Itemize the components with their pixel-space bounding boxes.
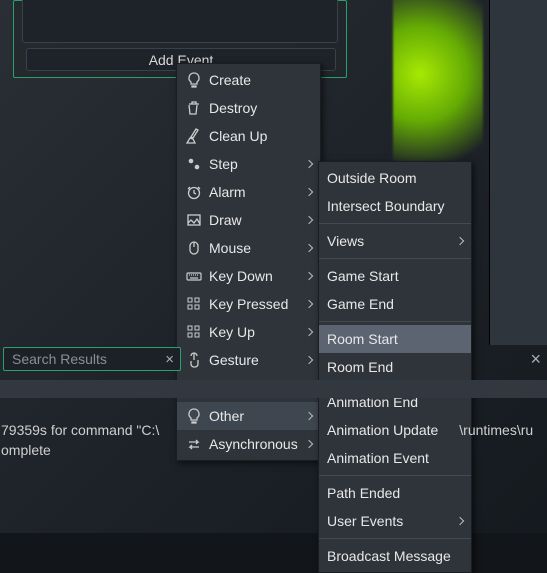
menu-item-label: Step	[209, 156, 302, 172]
submenu-item-game-end[interactable]: Game End	[319, 290, 471, 318]
menu-separator	[319, 223, 471, 224]
menu-item-label: Destroy	[209, 100, 312, 116]
footsteps-icon	[185, 155, 203, 173]
events-list-box	[22, 0, 338, 43]
menu-item-label: Game Start	[327, 268, 463, 284]
menu-item-clean-up[interactable]: Clean Up	[177, 122, 320, 150]
output-log: 79359s for command "C:\\runtimes\ru ompl…	[0, 420, 547, 460]
submenu-item-user-events[interactable]: User Events	[319, 507, 471, 535]
menu-separator	[319, 538, 471, 539]
menu-item-label: Clean Up	[209, 128, 312, 144]
search-results-bar[interactable]: Search Results ×	[3, 347, 181, 371]
menu-item-label: Views	[327, 233, 453, 249]
tab-strip	[0, 380, 547, 398]
menu-item-label: Create	[209, 72, 312, 88]
menu-item-key-pressed[interactable]: Key Pressed	[177, 290, 320, 318]
menu-item-label: Key Down	[209, 268, 302, 284]
menu-item-label: User Events	[327, 513, 453, 529]
event-context-menu[interactable]: Create Destroy Clean Up Step Alarm Draw Mouse K…	[176, 63, 321, 461]
menu-item-key-up[interactable]: Key Up	[177, 318, 320, 346]
menu-separator	[319, 258, 471, 259]
keypad-icon	[185, 295, 203, 313]
mouse-icon	[185, 239, 203, 257]
submenu-item-outside-room[interactable]: Outside Room	[319, 164, 471, 192]
clock-icon	[185, 183, 203, 201]
menu-item-label: Room Start	[327, 331, 463, 347]
submenu-item-path-ended[interactable]: Path Ended	[319, 479, 471, 507]
menu-item-mouse[interactable]: Mouse	[177, 234, 320, 262]
menu-item-label: Mouse	[209, 240, 302, 256]
menu-item-label: Broadcast Message	[327, 548, 463, 564]
chevron-right-icon	[305, 412, 313, 420]
chevron-right-icon	[305, 356, 313, 364]
submenu-item-room-start[interactable]: Room Start	[319, 325, 471, 353]
touch-icon	[185, 351, 203, 369]
menu-item-alarm[interactable]: Alarm	[177, 178, 320, 206]
chevron-right-icon	[305, 244, 313, 252]
other-submenu[interactable]: Outside Room Intersect Boundary Views Game …	[318, 161, 472, 573]
close-icon[interactable]: ×	[530, 349, 541, 370]
submenu-item-views[interactable]: Views	[319, 227, 471, 255]
menu-item-label: Draw	[209, 212, 302, 228]
chevron-right-icon	[305, 300, 313, 308]
chevron-right-icon	[305, 188, 313, 196]
menu-separator	[319, 321, 471, 322]
chevron-right-icon	[305, 160, 313, 168]
menu-item-gesture[interactable]: Gesture	[177, 346, 320, 374]
search-placeholder: Search Results	[12, 351, 107, 367]
menu-item-label: Room End	[327, 359, 463, 375]
menu-item-label: Key Up	[209, 324, 302, 340]
image-icon	[185, 211, 203, 229]
right-panel	[489, 0, 547, 345]
keyboard-icon	[185, 267, 203, 285]
submenu-item-game-start[interactable]: Game Start	[319, 262, 471, 290]
menu-item-label: Alarm	[209, 184, 302, 200]
menu-item-key-down[interactable]: Key Down	[177, 262, 320, 290]
chevron-right-icon	[305, 272, 313, 280]
keypad-icon	[185, 323, 203, 341]
menu-item-label: Intersect Boundary	[327, 198, 463, 214]
submenu-item-broadcast-message[interactable]: Broadcast Message	[319, 542, 471, 570]
bulb-icon	[185, 71, 203, 89]
menu-item-label: Path Ended	[327, 485, 463, 501]
menu-item-label: Key Pressed	[209, 296, 302, 312]
menu-separator	[319, 475, 471, 476]
menu-item-label: Gesture	[209, 352, 302, 368]
chevron-right-icon	[305, 328, 313, 336]
chevron-right-icon	[456, 237, 464, 245]
broom-icon	[185, 127, 203, 145]
menu-item-create[interactable]: Create	[177, 66, 320, 94]
chevron-right-icon	[456, 517, 464, 525]
submenu-item-intersect-boundary[interactable]: Intersect Boundary	[319, 192, 471, 220]
menu-item-label: Outside Room	[327, 170, 463, 186]
trash-icon	[185, 99, 203, 117]
menu-item-destroy[interactable]: Destroy	[177, 94, 320, 122]
chevron-right-icon	[305, 216, 313, 224]
menu-item-draw[interactable]: Draw	[177, 206, 320, 234]
menu-item-step[interactable]: Step	[177, 150, 320, 178]
clear-search-icon[interactable]: ×	[165, 351, 174, 368]
submenu-item-room-end[interactable]: Room End	[319, 353, 471, 381]
menu-item-label: Game End	[327, 296, 463, 312]
